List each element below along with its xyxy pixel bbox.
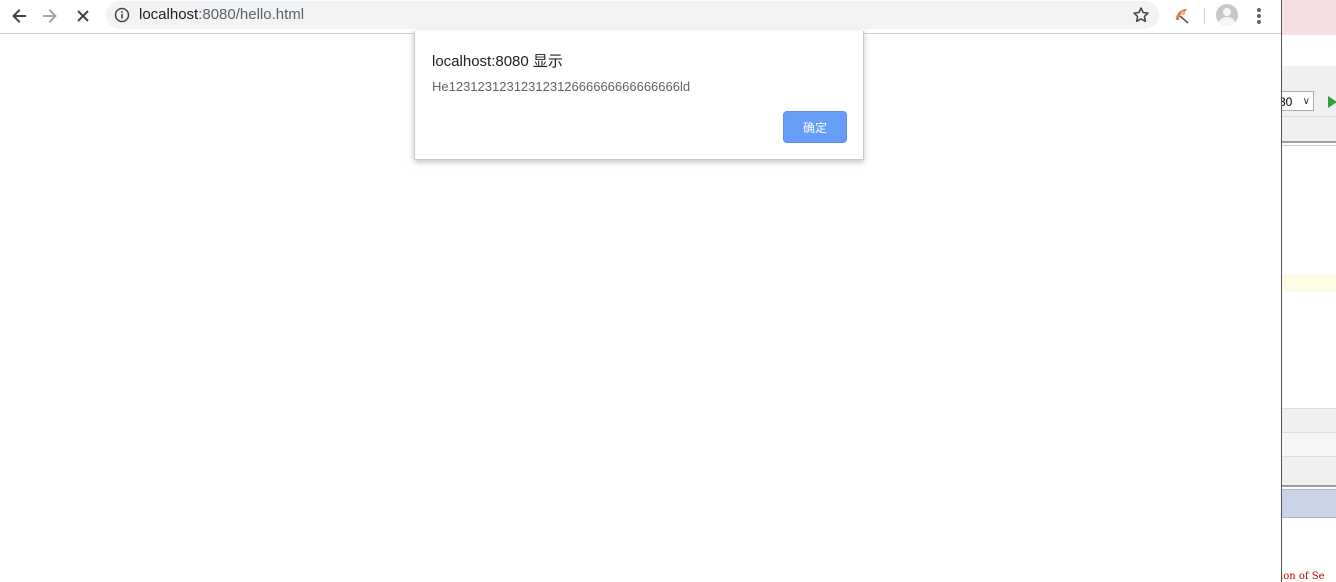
ide-menu-band: [1282, 66, 1336, 88]
dialog-message: He12312312312312312666666666666666ld: [432, 79, 691, 94]
ide-toolbar: 30 ∨: [1282, 88, 1336, 117]
url-text[interactable]: localhost:8080/hello.html: [139, 6, 304, 24]
ide-run-config-select[interactable]: 30 ∨: [1282, 91, 1314, 111]
url-path: :8080/hello.html: [198, 6, 305, 23]
ide-divider-thin: [1282, 145, 1336, 146]
ok-button[interactable]: 确定: [783, 111, 847, 143]
url-host: localhost: [139, 6, 199, 23]
chevron-down-icon: ∨: [1302, 96, 1310, 107]
alert-dialog: localhost:8080 显示 He12312312312312312666…: [414, 31, 864, 160]
toolbar-separator: [1204, 8, 1205, 24]
star-icon[interactable]: [1132, 6, 1150, 24]
close-icon: [77, 10, 89, 22]
ide-panel-row[interactable]: [1282, 456, 1336, 487]
ide-console-text: ion of Se: [1281, 571, 1325, 582]
browser-window: localhost:8080/hello.html localhost:8080…: [0, 0, 1281, 582]
dialog-title: localhost:8080 显示: [432, 53, 563, 70]
info-icon[interactable]: [114, 7, 130, 23]
background-ide-window: 30 ∨ ion of Se: [1281, 0, 1336, 582]
ide-divider: [1282, 141, 1336, 143]
forward-button[interactable]: [38, 5, 62, 27]
arrow-left-icon: [12, 9, 26, 23]
back-button[interactable]: [7, 5, 31, 27]
ide-panel-row[interactable]: [1282, 432, 1336, 457]
ide-selected-row[interactable]: [1282, 489, 1336, 518]
ide-titlebar: [1282, 0, 1336, 35]
ide-combo-value: 30: [1282, 95, 1293, 109]
browser-toolbar: localhost:8080/hello.html: [0, 0, 1281, 34]
arrow-right-icon: [43, 9, 57, 23]
run-icon[interactable]: [1328, 96, 1336, 108]
avatar-icon[interactable]: [1216, 4, 1238, 26]
stop-loading-button[interactable]: [71, 5, 95, 27]
extension-icon[interactable]: [1172, 5, 1192, 25]
ide-highlighted-line: [1282, 274, 1336, 292]
more-vert-icon[interactable]: [1253, 6, 1265, 26]
ide-tab-band: [1282, 117, 1336, 141]
address-bar[interactable]: localhost:8080/hello.html: [106, 1, 1159, 29]
ide-panel-row[interactable]: [1282, 408, 1336, 433]
